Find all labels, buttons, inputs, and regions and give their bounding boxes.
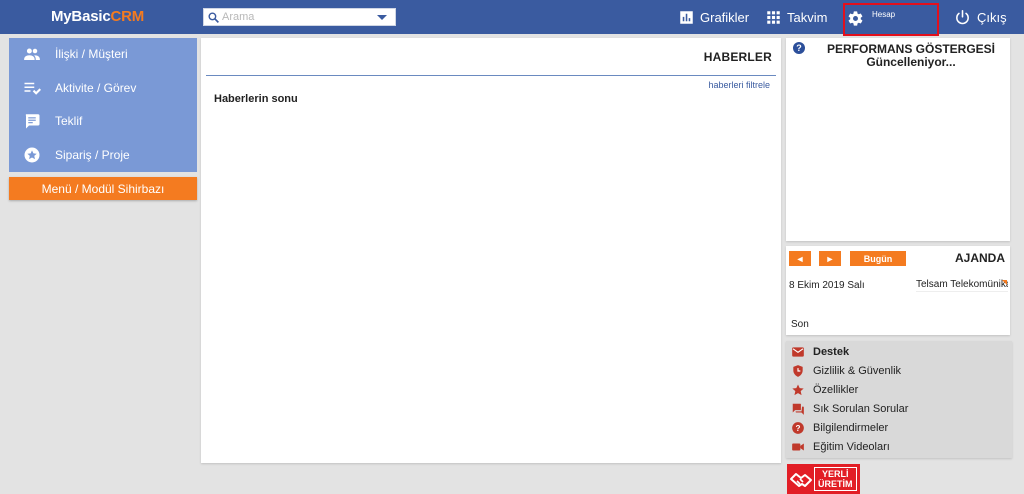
nav-cikis-label: Çıkış <box>977 9 1007 25</box>
mail-icon <box>792 347 804 357</box>
support-item-label: Eğitim Videoları <box>813 441 890 453</box>
support-item-label: Destek <box>813 346 850 358</box>
sidebar-item-teklif[interactable]: Teklif <box>9 105 197 137</box>
nav-grafikler-label: Grafikler <box>700 9 750 25</box>
support-item-label: Bilgilendirmeler <box>813 422 889 434</box>
search-box[interactable] <box>203 8 396 26</box>
nav-cikis[interactable]: Çıkış <box>954 0 1007 34</box>
sidebar-item-label: Aktivite / Görev <box>55 81 137 95</box>
agenda-event[interactable]: Telsam Telekomünikasyon <box>916 279 1008 292</box>
agenda-prev-button[interactable]: ◄ <box>789 251 811 266</box>
performance-panel: ? PERFORMANS GÖSTERGESİ Güncelleniyor... <box>786 38 1010 241</box>
video-camera-icon <box>792 443 804 451</box>
agenda-title: AJANDA <box>954 251 1005 265</box>
nav-hesap-label: Hesap <box>872 10 896 19</box>
support-item-label: Sık Sorulan Sorular <box>813 403 909 415</box>
event-flag-icon <box>1002 280 1007 285</box>
news-panel: HABERLER haberleri filtrele Haberlerin s… <box>201 38 781 463</box>
nav-grafikler[interactable]: Grafikler <box>679 0 749 34</box>
sidebar-item-label: Teklif <box>55 114 83 128</box>
performance-title: PERFORMANS GÖSTERGESİ Güncelleniyor... <box>826 43 996 69</box>
performance-status: Güncelleniyor... <box>866 55 956 69</box>
help-circle-icon: ? <box>792 422 804 434</box>
logo-text: MyBasic <box>51 8 111 25</box>
agenda-today-button[interactable]: Bugün <box>850 251 906 266</box>
nav-takvim[interactable]: Takvim <box>766 0 827 34</box>
sidebar-item-siparis-proje[interactable]: Sipariş / Proje <box>9 139 197 171</box>
sidebar-item-label: Sipariş / Proje <box>55 148 130 162</box>
gear-icon <box>848 11 863 26</box>
badge-line1: YERLİ <box>821 469 849 479</box>
support-item-label: Gizlilik & Güvenlik <box>813 365 902 377</box>
sidebar-item-label: İlişki / Müşteri <box>55 47 128 61</box>
agenda-event-label: Telsam Telekomünikasyon <box>916 279 1008 290</box>
nav-takvim-label: Takvim <box>787 9 828 25</box>
badge-line2: ÜRETİM <box>818 479 853 489</box>
news-filter-link[interactable]: haberleri filtrele <box>708 80 770 90</box>
agenda-next-button[interactable]: ► <box>819 251 841 266</box>
search-icon <box>208 12 219 23</box>
app-logo[interactable]: MyBasicCRM <box>51 8 144 25</box>
nav-hesap[interactable]: Hesap <box>843 3 939 36</box>
news-title: HABERLER <box>703 50 772 64</box>
message-icon <box>25 114 40 129</box>
help-icon[interactable]: ? <box>793 42 805 54</box>
yerli-uretim-badge: YERLİ ÜRETİM <box>787 464 860 494</box>
top-bar: MyBasicCRM Grafikler Takvim Hesap Çıkış <box>0 0 1024 36</box>
task-list-icon <box>24 82 41 95</box>
news-divider <box>206 75 776 76</box>
menu-wizard-button[interactable]: Menü / Modül Sihirbazı <box>9 177 197 200</box>
handshake-icon <box>790 473 812 487</box>
search-input[interactable] <box>222 10 372 24</box>
svg-text:?: ? <box>796 424 801 433</box>
agenda-end-text: Son <box>791 319 809 330</box>
bar-chart-icon <box>680 10 693 24</box>
people-icon <box>24 48 40 60</box>
star-circle-icon <box>24 147 40 163</box>
logo-crm-text: CRM <box>110 8 145 25</box>
news-end-text: Haberlerin sonu <box>214 93 298 105</box>
sidebar-item-aktivite-gorev[interactable]: Aktivite / Görev <box>9 72 197 104</box>
star-icon <box>792 384 804 396</box>
chevron-down-icon[interactable] <box>377 15 387 20</box>
yerli-uretim-text: YERLİ ÜRETİM <box>814 467 857 491</box>
agenda-date: 8 Ekim 2019 Salı <box>789 280 865 291</box>
sidebar-item-iliski-musteri[interactable]: İlişki / Müşteri <box>9 38 197 70</box>
agenda-panel: ◄ ► Bugün AJANDA 8 Ekim 2019 Salı Telsam… <box>786 246 1010 335</box>
support-item-label: Özellikler <box>813 384 859 396</box>
shield-icon <box>793 365 803 377</box>
chat-icon <box>792 403 804 415</box>
power-icon <box>956 9 969 24</box>
grid-icon <box>767 10 780 24</box>
support-panel: Destek Gizlilik & Güvenlik Özellikler Sı… <box>786 341 1012 458</box>
sidebar-menu: İlişki / Müşteri Aktivite / Görev Teklif… <box>9 38 197 172</box>
